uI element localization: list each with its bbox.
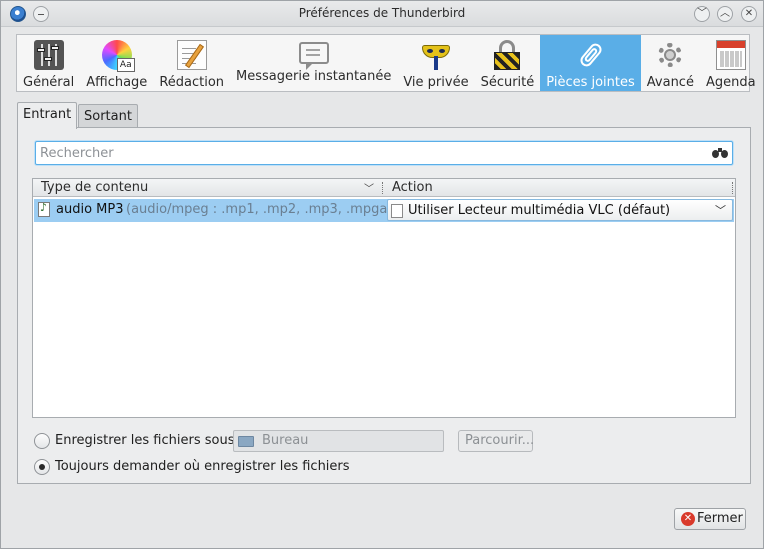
pane-label: Pièces jointes (546, 75, 635, 90)
maximize-button[interactable]: ︿ (717, 6, 733, 22)
table-header: Type de contenu ﹀ Action (33, 179, 735, 197)
pane-advanced[interactable]: Avancé (641, 35, 700, 91)
always-ask-radio[interactable] (34, 459, 50, 475)
gear-icon (655, 40, 685, 70)
save-to-label[interactable]: Enregistrer les fichiers sous (55, 433, 234, 448)
column-resizer[interactable] (382, 182, 383, 194)
chat-bubble-icon (298, 42, 329, 70)
pane-label: Vie privée (403, 75, 469, 90)
pane-label: Rédaction (159, 75, 225, 90)
compose-icon (176, 40, 207, 70)
browse-button[interactable]: Parcourir... (458, 430, 534, 452)
pane-privacy[interactable]: Vie privée (397, 35, 474, 91)
minimize-button[interactable]: ﹀ (694, 6, 710, 22)
action-dropdown-value: Utiliser Lecteur multimédia VLC (défaut) (408, 203, 671, 218)
download-folder-field: Bureau (233, 430, 444, 452)
preferences-window: Préférences de Thunderbird ﹀ ︿ ✕ Général… (0, 0, 764, 549)
pane-general[interactable]: Général (17, 35, 80, 91)
pane-label: Avancé (646, 75, 694, 90)
sort-chevron-down-icon[interactable]: ﹀ (364, 180, 374, 195)
close-icon: ✕ (681, 512, 695, 526)
content-type-name: audio MP3 (56, 202, 124, 217)
pane-label: Général (23, 75, 75, 90)
save-to-radio[interactable] (34, 433, 50, 449)
content-type-extensions: (audio/mpeg : .mp1, .mp2, .mp3, .mpga) (126, 202, 393, 217)
tab-incoming[interactable]: Entrant (17, 102, 78, 129)
audio-file-icon (38, 201, 50, 217)
pane-label: Affichage (86, 75, 148, 90)
always-ask-label[interactable]: Toujours demander où enregistrer les fic… (55, 459, 350, 474)
pane-attachments[interactable]: Pièces jointes (540, 35, 641, 91)
application-icon (391, 204, 403, 218)
chevron-down-icon: ﹀ (715, 204, 726, 217)
pane-label: Agenda (705, 75, 756, 90)
column-header-action[interactable]: Action (392, 180, 433, 195)
close-window-button[interactable]: ✕ (741, 6, 757, 22)
folder-icon (238, 436, 254, 447)
content-type-table: Type de contenu ﹀ Action audio MP3 (audi… (32, 178, 736, 418)
pane-label: Sécurité (480, 75, 535, 90)
download-folder-value: Bureau (262, 433, 309, 448)
calendar-icon (715, 40, 746, 70)
window-title: Préférences de Thunderbird (298, 6, 466, 20)
pane-chat[interactable]: Messagerie instantanée (230, 35, 397, 91)
pane-label: Messagerie instantanée (236, 69, 392, 84)
sliders-icon (33, 40, 64, 70)
pane-security[interactable]: Sécurité (475, 35, 541, 91)
paperclip-icon (576, 40, 606, 70)
padlock-icon (492, 40, 522, 70)
table-row[interactable]: audio MP3 (audio/mpeg : .mp1, .mp2, .mp3… (34, 199, 734, 222)
close-button[interactable]: ✕ Fermer (674, 508, 746, 530)
action-dropdown[interactable]: Utiliser Lecteur multimédia VLC (défaut)… (387, 199, 733, 221)
pane-composition[interactable]: Rédaction (153, 35, 230, 91)
column-picker[interactable] (732, 182, 733, 194)
column-header-type[interactable]: Type de contenu (41, 180, 148, 195)
preference-panes-toolbar: Général Aa Affichage Rédaction Messageri… (16, 34, 756, 92)
color-palette-icon: Aa (101, 40, 135, 72)
search-input[interactable] (40, 145, 700, 161)
pane-calendar[interactable]: Agenda (700, 35, 762, 91)
binoculars-icon (712, 147, 728, 159)
title-bar[interactable]: Préférences de Thunderbird ﹀ ︿ ✕ (1, 1, 763, 27)
close-button-label: Fermer (697, 511, 743, 526)
search-box[interactable] (35, 141, 733, 165)
pane-display[interactable]: Aa Affichage (80, 35, 153, 91)
tab-outgoing[interactable]: Sortant (78, 104, 138, 128)
mask-icon (421, 40, 451, 70)
